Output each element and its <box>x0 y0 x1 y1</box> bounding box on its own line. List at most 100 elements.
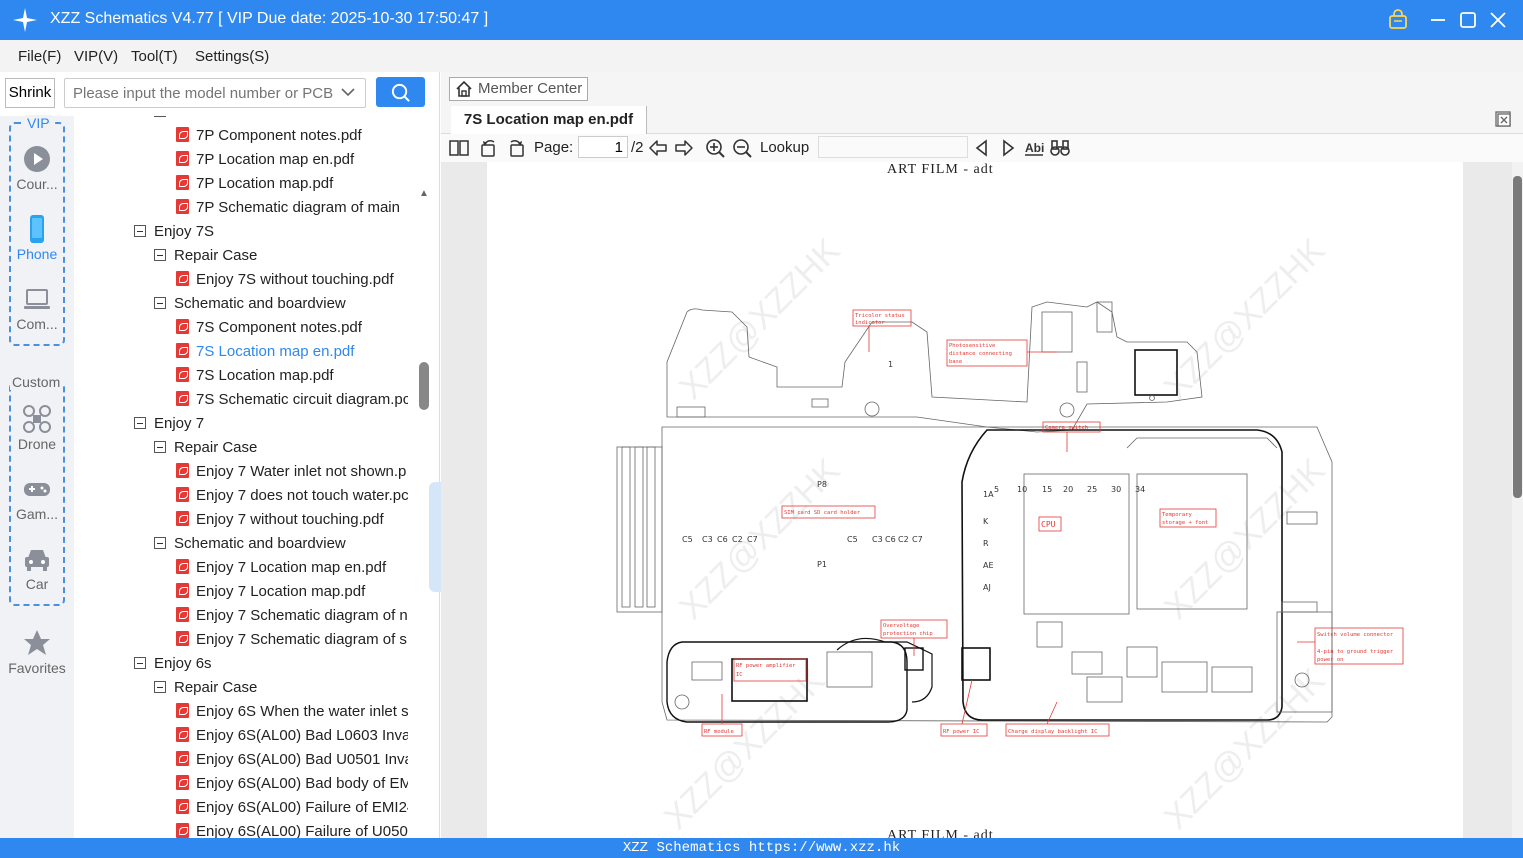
tree-file-item[interactable]: Enjoy 7 Schematic diagram of s <box>176 628 407 652</box>
pdf-file-icon <box>176 775 189 790</box>
tree-file-item[interactable]: 7S Location map.pdf <box>176 364 334 388</box>
document-scrollbar-thumb[interactable] <box>1513 176 1522 498</box>
menu-tool[interactable]: Tool(T) <box>131 48 178 65</box>
search-button[interactable] <box>376 77 425 107</box>
pdf-file-icon <box>176 487 189 502</box>
two-page-view-icon[interactable] <box>449 138 469 158</box>
close-tab-icon[interactable] <box>1494 110 1512 128</box>
tree-file-item[interactable]: Enjoy 7 does not touch water.pc <box>176 484 408 508</box>
tree-item-label: Enjoy 7 Water inlet not shown.p <box>196 463 407 480</box>
tree-item-label: 7S Schematic circuit diagram.pc <box>196 391 408 408</box>
tree-file-item[interactable]: 7P Location map en.pdf <box>176 148 354 172</box>
svg-text:C2: C2 <box>898 535 909 544</box>
collapse-toggle-icon[interactable] <box>134 225 146 237</box>
tree-file-item[interactable]: Enjoy 6S(AL00) Failure of EMI24 <box>176 796 408 820</box>
tree-folder-item[interactable]: Repair Case <box>154 676 257 700</box>
tree-file-item[interactable]: 7S Schematic circuit diagram.pc <box>176 388 408 412</box>
svg-text:C3: C3 <box>872 535 883 544</box>
tree-file-item[interactable]: 7S Component notes.pdf <box>176 316 362 340</box>
pdf-file-icon <box>176 151 189 166</box>
svg-text:34: 34 <box>1135 485 1145 494</box>
maximize-icon[interactable] <box>1456 8 1480 32</box>
tree-item-label: 7P Location map en.pdf <box>196 151 355 168</box>
collapse-toggle-icon[interactable] <box>134 417 146 429</box>
tree-file-item[interactable]: 7P Location map.pdf <box>176 172 333 196</box>
drone-icon <box>23 405 51 433</box>
panel-collapse-handle[interactable] <box>429 482 441 592</box>
annotation: 4-pin to ground trigger <box>1317 649 1394 655</box>
rotate-right-icon[interactable] <box>506 138 526 158</box>
category-phone[interactable]: Phone <box>6 214 68 262</box>
tree-folder-item[interactable]: Repair Case <box>154 436 257 460</box>
category-courses[interactable]: Cour... <box>6 144 68 192</box>
page-number-input[interactable] <box>578 136 628 158</box>
find-next-icon[interactable] <box>998 138 1018 158</box>
tree-file-item[interactable]: 7P Schematic diagram of main <box>176 196 400 220</box>
next-page-icon[interactable] <box>674 138 694 158</box>
match-case-icon[interactable]: Abi <box>1024 138 1044 158</box>
collapse-toggle-icon[interactable] <box>154 297 166 309</box>
previous-page-icon[interactable] <box>648 138 668 158</box>
pdf-file-icon <box>176 703 189 718</box>
collapse-toggle-icon[interactable] <box>154 681 166 693</box>
pdf-file-icon <box>176 559 189 574</box>
window-title: XZZ Schematics V4.77 [ VIP Due date: 202… <box>50 10 489 27</box>
tree-file-item[interactable]: Enjoy 7 Location map.pdf <box>176 580 365 604</box>
tree-file-item[interactable]: Enjoy 6S(AL00) Failure of U0501 <box>176 820 408 838</box>
tree-file-item[interactable]: Enjoy 7 Schematic diagram of n <box>176 604 408 628</box>
tree-folder-item[interactable]: Enjoy 7S <box>134 220 214 244</box>
category-computer[interactable]: Com... <box>6 284 68 332</box>
rotate-left-icon[interactable] <box>479 138 499 158</box>
search-input[interactable] <box>64 78 366 108</box>
tree-file-item[interactable]: Enjoy 7 Location map en.pdf <box>176 556 386 580</box>
collapse-toggle-icon[interactable] <box>154 441 166 453</box>
menu-vip[interactable]: VIP(V) <box>74 48 118 65</box>
tree-file-item[interactable]: Enjoy 7S without touching.pdf <box>176 268 394 292</box>
collapse-toggle-icon[interactable] <box>134 657 146 669</box>
tree-folder-item[interactable]: Schematic and boardview <box>154 116 346 124</box>
category-games[interactable]: Gam... <box>6 474 68 522</box>
svg-text:C6: C6 <box>717 535 728 544</box>
chevron-down-icon[interactable] <box>340 84 356 100</box>
category-car[interactable]: Car <box>6 544 68 592</box>
tree-file-item[interactable]: Enjoy 6S When the water inlet s <box>176 700 408 724</box>
category-drone[interactable]: Drone <box>6 404 68 452</box>
menu-file[interactable]: File(F) <box>18 48 61 65</box>
close-icon[interactable] <box>1486 8 1510 32</box>
tree-file-item[interactable]: Enjoy 7 without touching.pdf <box>176 508 384 532</box>
menu-settings[interactable]: Settings(S) <box>195 48 269 65</box>
tree-folder-item[interactable]: Schematic and boardview <box>154 292 346 316</box>
tree-file-item[interactable]: Enjoy 6S(AL00) Bad U0501 Inval <box>176 748 408 772</box>
shrink-button[interactable]: Shrink <box>5 78 55 108</box>
phone-icon <box>30 215 44 243</box>
tree-folder-item[interactable]: Schematic and boardview <box>154 532 346 556</box>
tab-document[interactable]: 7S Location map en.pdf <box>451 106 647 134</box>
category-favorites[interactable]: Favorites <box>2 628 72 676</box>
find-previous-icon[interactable] <box>972 138 992 158</box>
tree-item-label: Enjoy 7 Schematic diagram of s <box>196 631 407 648</box>
tree-file-item[interactable]: Enjoy 6S(AL00) Bad body of EM <box>176 772 408 796</box>
tree-file-item[interactable]: 7P Component notes.pdf <box>176 124 362 148</box>
scroll-up-arrow-icon[interactable]: ▲ <box>419 188 429 199</box>
tree-file-item[interactable]: 7S Location map en.pdf <box>176 340 354 364</box>
vip-bag-icon[interactable] <box>1386 8 1410 32</box>
collapse-toggle-icon[interactable] <box>154 116 166 117</box>
collapse-toggle-icon[interactable] <box>154 537 166 549</box>
category-label: Com... <box>16 316 58 332</box>
tree-folder-item[interactable]: Enjoy 6s <box>134 652 212 676</box>
binoculars-icon[interactable] <box>1050 138 1070 158</box>
app-logo-icon <box>13 8 37 32</box>
tree-file-item[interactable]: Enjoy 7 Water inlet not shown.p <box>176 460 406 484</box>
pdf-file-icon <box>176 823 189 838</box>
lookup-input[interactable] <box>818 136 968 158</box>
tree-file-item[interactable]: Enjoy 6S(AL00) Bad L0603 Invali <box>176 724 408 748</box>
tree-scrollbar-thumb[interactable] <box>419 362 429 410</box>
zoom-in-icon[interactable] <box>705 138 725 158</box>
collapse-toggle-icon[interactable] <box>154 249 166 261</box>
tree-folder-item[interactable]: Enjoy 7 <box>134 412 204 436</box>
zoom-out-icon[interactable] <box>732 138 752 158</box>
minimize-icon[interactable] <box>1426 8 1450 32</box>
tree-folder-item[interactable]: Repair Case <box>154 244 257 268</box>
tree-item-label: Enjoy 7 Schematic diagram of n <box>196 607 408 624</box>
tree-item-label: 7S Component notes.pdf <box>196 319 362 336</box>
